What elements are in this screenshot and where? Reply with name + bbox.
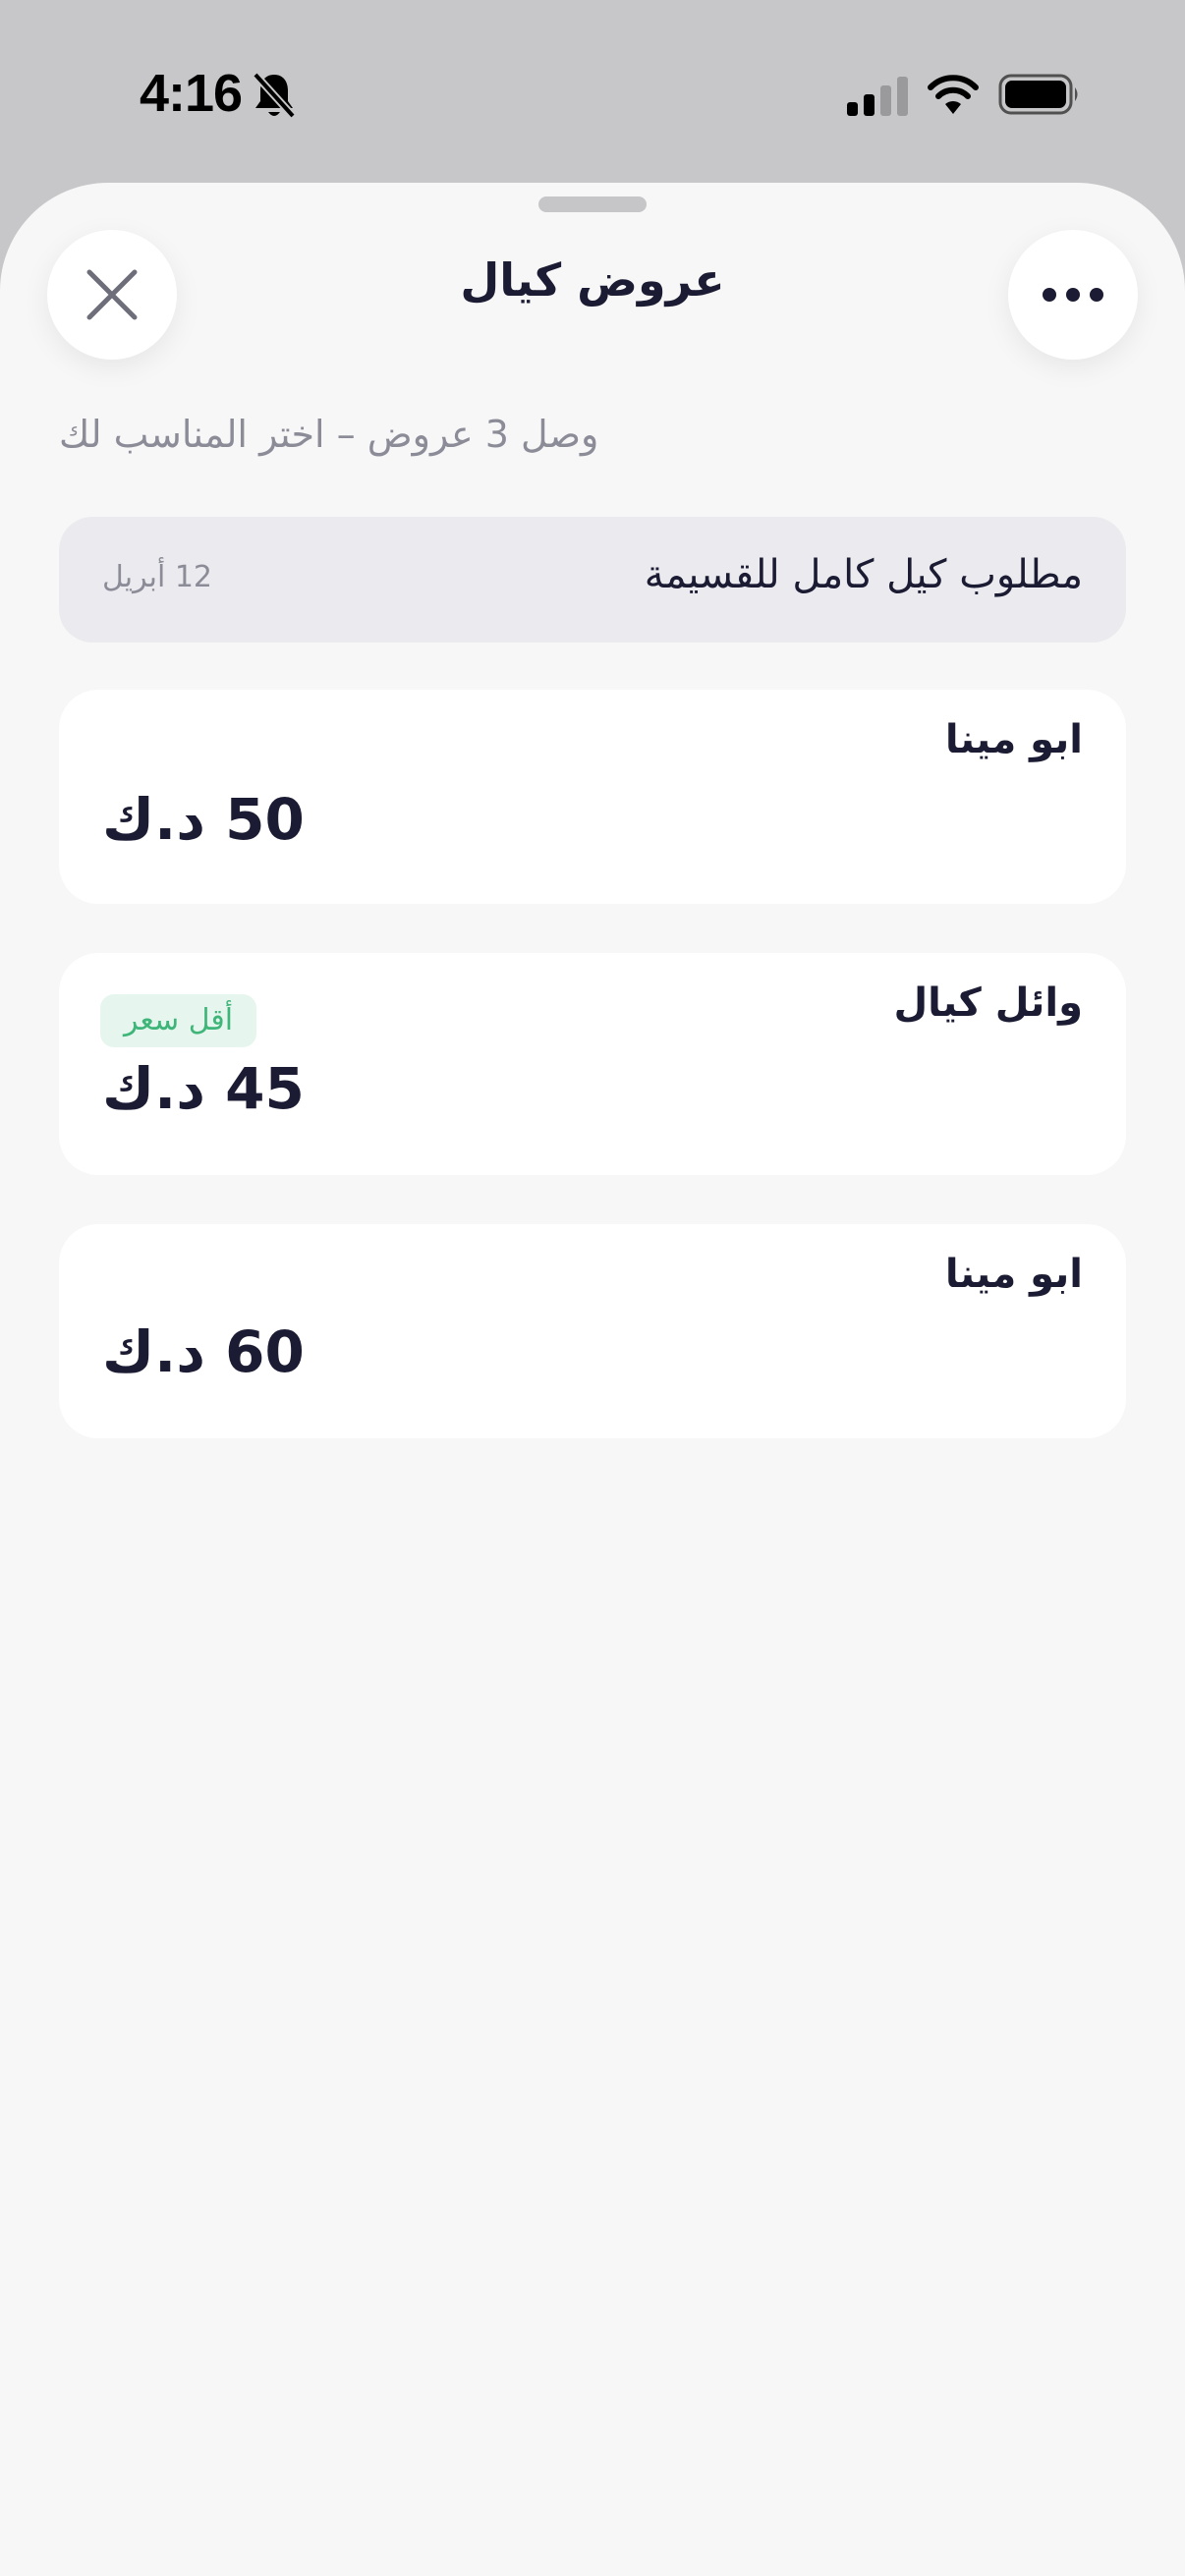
- offer-provider-name: وائل كيال: [893, 980, 1083, 1026]
- offer-price: 60 د.ك: [102, 1318, 305, 1385]
- request-summary-card: مطلوب كيل كامل للقسيمة 12 أبريل: [59, 517, 1126, 643]
- signal-icon: [847, 77, 908, 116]
- sheet-grabber[interactable]: [538, 196, 647, 212]
- offer-card[interactable]: ابو مينا 50 د.ك: [59, 690, 1126, 904]
- close-icon: [86, 269, 138, 320]
- close-button[interactable]: [47, 230, 177, 360]
- battery-icon: [998, 74, 1078, 115]
- sheet-title: عروض كيال: [460, 253, 725, 307]
- request-text: مطلوب كيل كامل للقسيمة: [644, 552, 1083, 597]
- offer-provider-name: ابو مينا: [944, 1252, 1083, 1297]
- offer-price: 50 د.ك: [102, 786, 305, 853]
- request-date: 12 أبريل: [102, 560, 213, 594]
- lowest-price-badge: أقل سعر: [100, 994, 257, 1047]
- offers-sheet: عروض كيال وصل 3 عروض – اختر المناسب لك م…: [0, 183, 1185, 2576]
- status-bar: 4:16: [0, 0, 1185, 177]
- offers-count-subtitle: وصل 3 عروض – اختر المناسب لك: [59, 413, 599, 456]
- more-button[interactable]: [1008, 230, 1138, 360]
- offer-price: 45 د.ك: [102, 1055, 305, 1122]
- more-icon: [1043, 288, 1103, 302]
- status-time: 4:16: [140, 64, 243, 123]
- wifi-icon: [928, 75, 979, 114]
- bell-slash-icon: [253, 72, 296, 119]
- offer-provider-name: ابو مينا: [944, 717, 1083, 762]
- offer-card[interactable]: وائل كيال أقل سعر 45 د.ك: [59, 953, 1126, 1175]
- offer-card[interactable]: ابو مينا 60 د.ك: [59, 1224, 1126, 1438]
